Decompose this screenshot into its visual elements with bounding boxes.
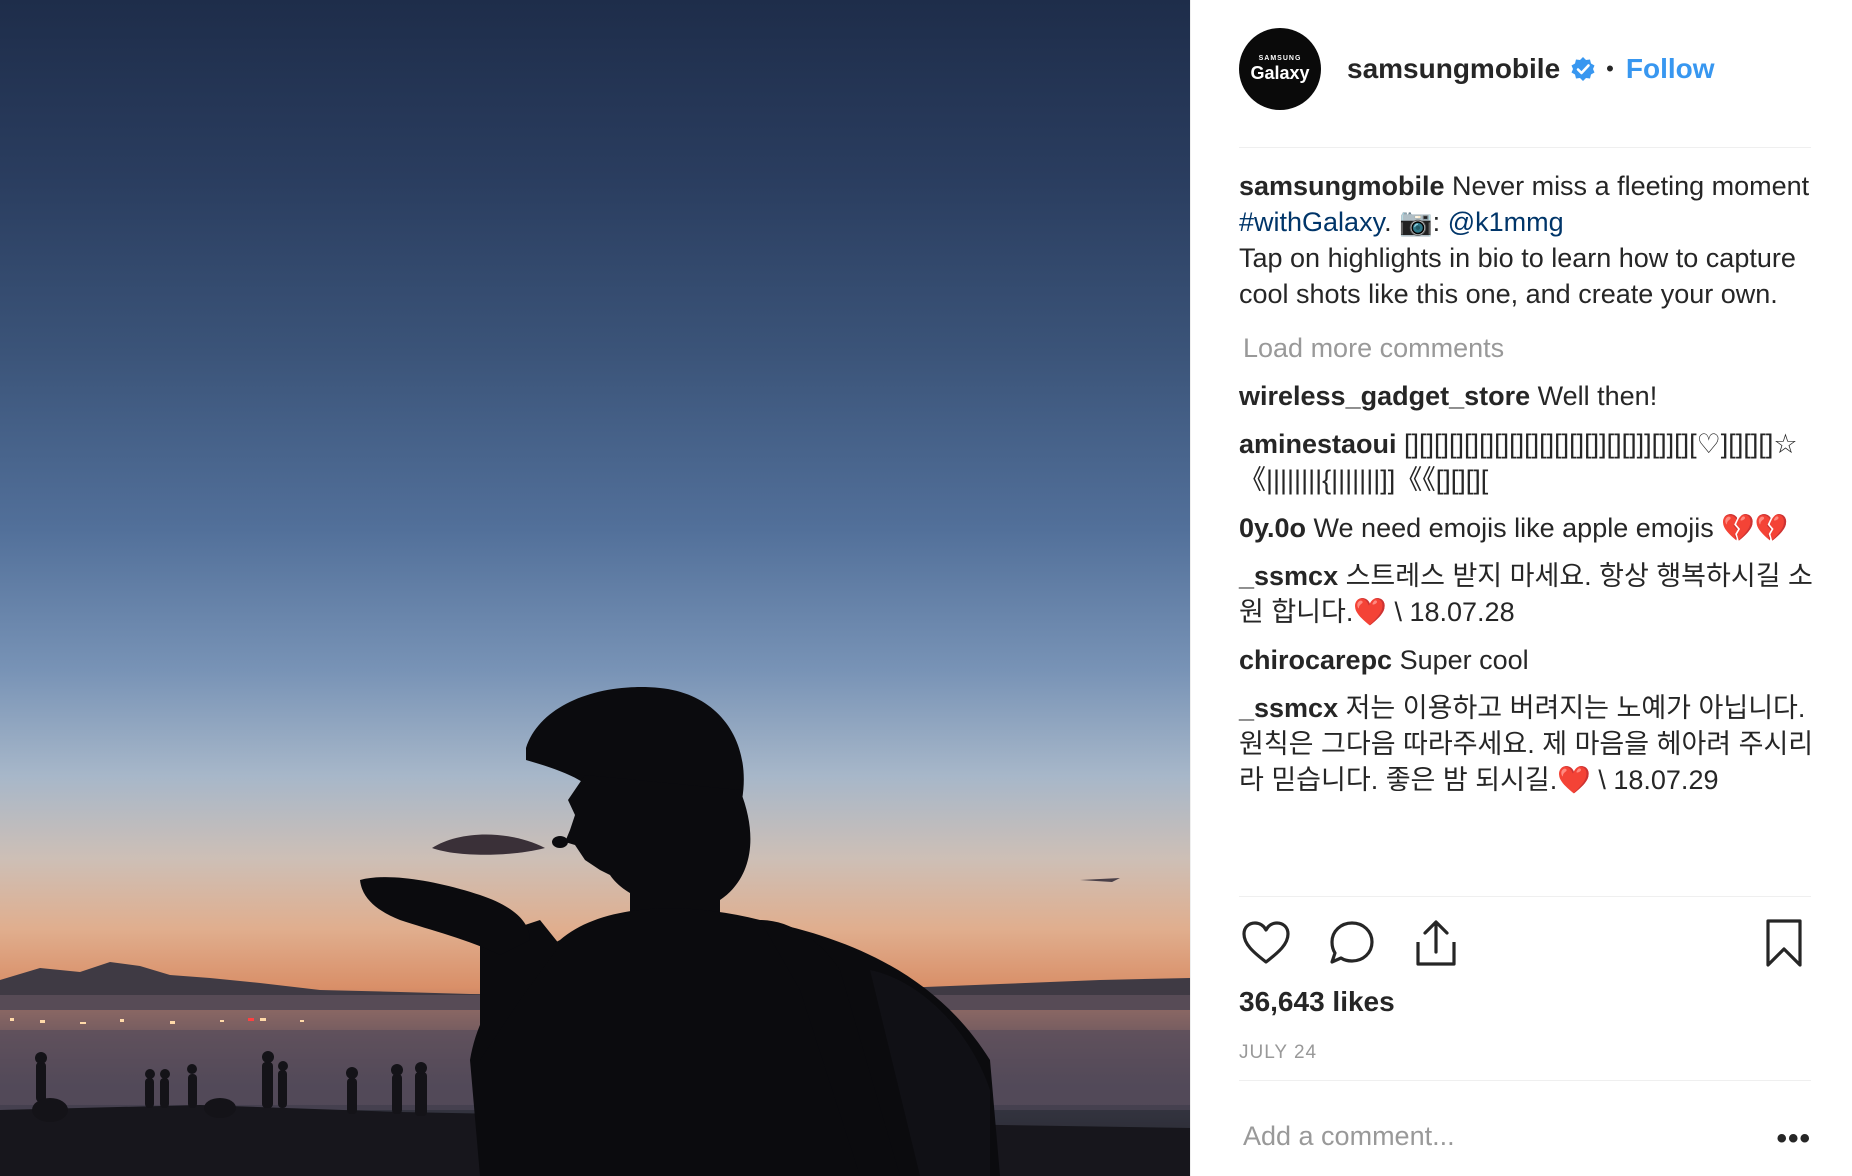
more-options-button[interactable]: ••• xyxy=(1776,1122,1811,1156)
comment-username[interactable]: chirocarepc xyxy=(1239,645,1392,675)
verified-badge-icon xyxy=(1570,56,1596,82)
share-button[interactable] xyxy=(1409,916,1463,970)
caption-text-after: Tap on highlights in bio to learn how to… xyxy=(1239,243,1796,309)
follow-button[interactable]: Follow xyxy=(1626,53,1715,85)
add-comment-bar: ••• xyxy=(1239,1104,1811,1168)
header-username[interactable]: samsungmobile xyxy=(1347,53,1560,85)
photo-silhouette-scene xyxy=(0,687,1190,1176)
comment-item: _ssmcx 저는 이용하고 버려지는 노예가 아닙니다. 원칙은 그다음 따라… xyxy=(1239,690,1819,798)
comment-bubble-icon xyxy=(1330,921,1374,964)
share-icon xyxy=(1416,920,1456,966)
post-photo[interactable] xyxy=(0,0,1190,1176)
comment-button[interactable] xyxy=(1325,916,1379,970)
comment-text: Super cool xyxy=(1392,645,1529,675)
comment-username[interactable]: 0y.0o xyxy=(1239,513,1306,543)
heart-icon xyxy=(1242,921,1290,964)
comment-item: chirocarepc Super cool xyxy=(1239,642,1819,678)
post-sidebar: SAMSUNG Galaxy samsungmobile • Follow sa… xyxy=(1190,0,1852,1176)
avatar-brand-small: SAMSUNG xyxy=(1258,55,1302,62)
load-more-comments-button[interactable]: Load more comments xyxy=(1239,330,1819,366)
comment-input-divider xyxy=(1239,1080,1811,1081)
hashtag-link[interactable]: #withGalaxy xyxy=(1239,207,1384,237)
comment-text: We need emojis like apple emojis 💔💔 xyxy=(1306,513,1789,543)
comment-item: aminestaoui [][][][][][][][][][][][][]][… xyxy=(1239,426,1819,498)
mention-link[interactable]: @k1mmg xyxy=(1448,207,1564,237)
post-date[interactable]: JULY 24 xyxy=(1239,1042,1317,1064)
comment-item: _ssmcx 스트레스 받지 마세요. 항상 행복하시길 소원 합니다.❤️ \… xyxy=(1239,558,1819,630)
separator-dot: • xyxy=(1606,56,1614,81)
actions-divider xyxy=(1239,896,1811,897)
comments-list: samsungmobile Never miss a fleeting mome… xyxy=(1239,168,1819,810)
caption-username[interactable]: samsungmobile xyxy=(1239,171,1445,201)
comment-text: Well then! xyxy=(1530,381,1658,411)
bookmark-icon xyxy=(1766,919,1802,967)
header-divider xyxy=(1239,147,1811,148)
add-comment-input[interactable] xyxy=(1239,1120,1743,1152)
action-bar xyxy=(1239,916,1811,976)
caption-text-mid: . 📷: xyxy=(1384,207,1448,237)
comment-item: 0y.0o We need emojis like apple emojis 💔… xyxy=(1239,510,1819,546)
like-button[interactable] xyxy=(1239,916,1293,970)
caption: samsungmobile Never miss a fleeting mome… xyxy=(1239,168,1819,312)
avatar[interactable]: SAMSUNG Galaxy xyxy=(1239,28,1321,110)
caption-text-before: Never miss a fleeting moment xyxy=(1444,171,1810,201)
comment-item: wireless_gadget_store Well then! xyxy=(1239,378,1819,414)
save-button[interactable] xyxy=(1757,916,1811,970)
post-header: SAMSUNG Galaxy samsungmobile • Follow xyxy=(1239,28,1715,110)
comment-username[interactable]: _ssmcx xyxy=(1239,561,1338,591)
comment-username[interactable]: wireless_gadget_store xyxy=(1239,381,1530,411)
comment-username[interactable]: _ssmcx xyxy=(1239,693,1338,723)
likes-count[interactable]: 36,643 likes xyxy=(1239,986,1395,1018)
comment-username[interactable]: aminestaoui xyxy=(1239,429,1397,459)
avatar-brand-big: Galaxy xyxy=(1250,63,1310,83)
